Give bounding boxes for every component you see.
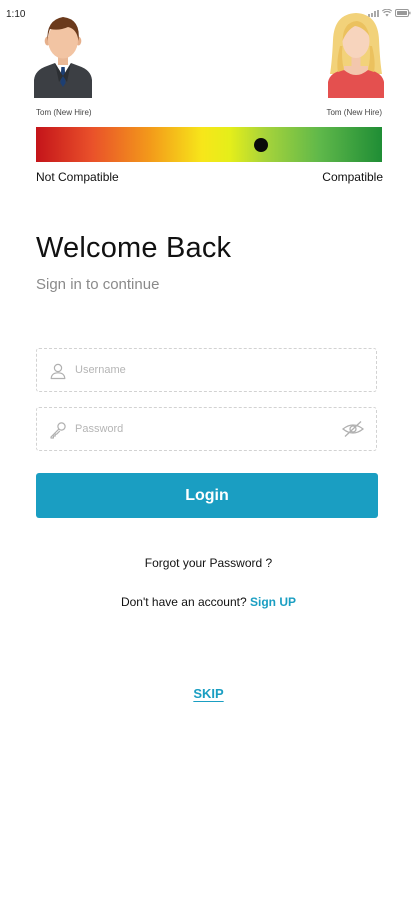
no-account-text: Don't have an account? — [120, 595, 247, 609]
compatibility-marker — [253, 137, 268, 152]
right-person-name: Tom (New Hire) — [326, 108, 382, 117]
username-field[interactable] — [36, 348, 377, 392]
male-avatar-icon — [34, 17, 92, 98]
password-field[interactable] — [36, 407, 377, 451]
page-subtitle: Sign in to continue — [36, 276, 160, 293]
not-compatible-label: Not Compatible — [36, 170, 119, 184]
compatibility-bar — [36, 127, 382, 162]
forgot-password-link[interactable]: Forgot your Password ? — [0, 556, 417, 570]
username-input[interactable] — [75, 349, 335, 391]
eye-off-icon[interactable] — [342, 420, 364, 438]
password-input[interactable] — [75, 408, 335, 450]
user-icon — [50, 363, 66, 380]
battery-icon — [395, 9, 411, 17]
female-avatar-icon — [328, 13, 384, 98]
skip-link-label[interactable]: SKIP — [193, 686, 223, 701]
compatible-label: Compatible — [322, 170, 383, 184]
left-person-name: Tom (New Hire) — [36, 108, 92, 117]
signup-row: Don't have an account? Sign UP — [0, 595, 417, 609]
login-button[interactable]: Login — [36, 473, 378, 518]
status-time: 1:10 — [6, 9, 26, 20]
skip-link[interactable]: SKIP — [0, 686, 417, 701]
signup-link[interactable]: Sign UP — [250, 595, 296, 609]
page-title: Welcome Back — [36, 232, 232, 264]
key-icon — [50, 422, 66, 439]
